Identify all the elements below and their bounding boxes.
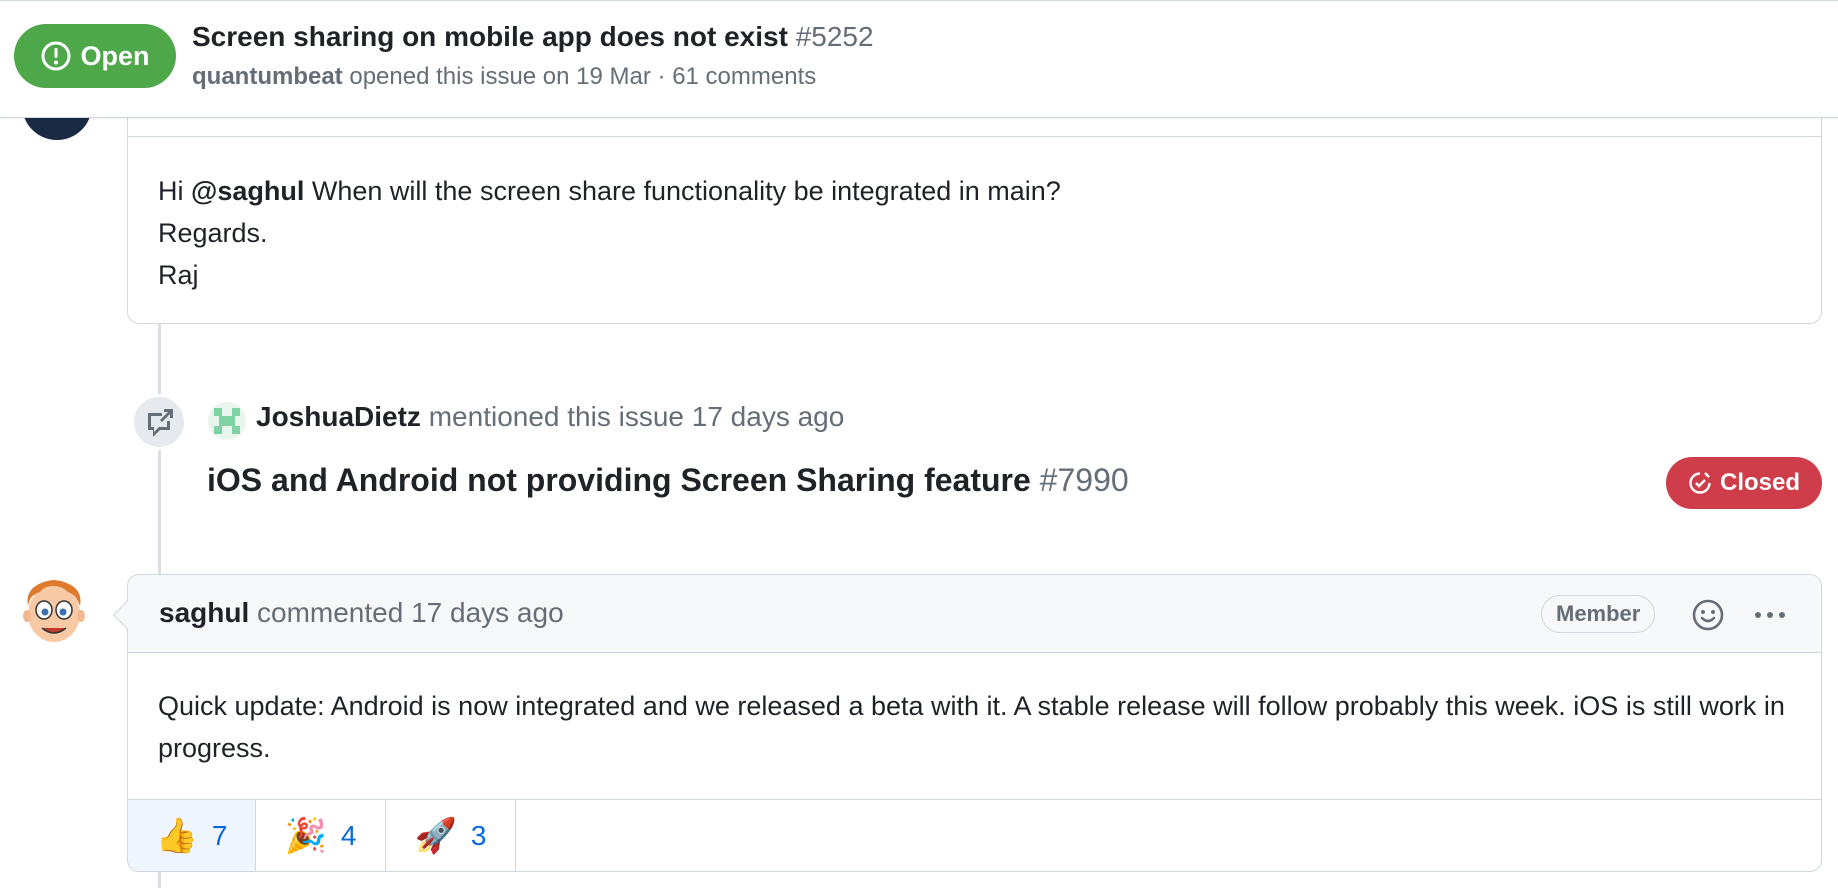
- tada-icon: 🎉: [284, 815, 327, 856]
- reaction-rocket[interactable]: 🚀 3: [386, 800, 516, 871]
- kebab-dot-icon: [1755, 612, 1761, 618]
- role-badge: Member: [1541, 595, 1656, 633]
- cross-reference-icon: [148, 409, 173, 437]
- reaction-count: 3: [470, 819, 487, 851]
- comment-line-text: When will the screen share functionality…: [311, 176, 1061, 206]
- issue-closed-icon: [1689, 472, 1711, 494]
- comment-body-box: Hi @saghul When will the screen share fu…: [127, 100, 1822, 324]
- avatar[interactable]: [14, 572, 94, 652]
- issue-meta: quantumbeat opened this issue on 19 Mar …: [192, 63, 816, 91]
- comment-author-link[interactable]: saghul: [159, 597, 249, 628]
- referenced-issue-title: iOS and Android not providing Screen Sha…: [207, 462, 1031, 498]
- reaction-thumbs-up[interactable]: 👍 7: [128, 800, 256, 871]
- issue-state-badge: Open: [14, 24, 176, 88]
- issue-number: #5252: [795, 21, 874, 52]
- comment-body-text: Quick update: Android is now integrated …: [158, 691, 1785, 763]
- referenced-issue-state-label: Closed: [1719, 469, 1800, 496]
- kebab-dot-icon: [1767, 612, 1773, 618]
- issue-opened-icon: [41, 41, 71, 71]
- event-description: JoshuaDietz mentioned this issue 17 days…: [256, 401, 844, 433]
- issue-state-label: Open: [80, 40, 150, 71]
- reaction-count: 7: [211, 819, 228, 851]
- issue-sticky-header: Open Screen sharing on mobile app does n…: [0, 0, 1838, 118]
- comment-line: Regards.: [158, 218, 268, 248]
- comment-author-line: saghul commented 17 days ago: [159, 597, 564, 629]
- comment: saghul commented 17 days ago Member Quic…: [112, 574, 1822, 872]
- event-action-text: mentioned this issue 17 days ago: [428, 401, 845, 432]
- add-reaction-button[interactable]: [1690, 597, 1726, 633]
- comment-line: Hi @saghul When will the screen share fu…: [158, 170, 1061, 212]
- more-options-button[interactable]: [1748, 597, 1792, 633]
- event-actor-link[interactable]: JoshuaDietz: [256, 401, 421, 432]
- referenced-issue-link[interactable]: iOS and Android not providing Screen Sha…: [207, 462, 1129, 499]
- comment-line: Raj: [158, 260, 199, 290]
- event-badge: [131, 394, 187, 450]
- reaction-count: 4: [340, 819, 357, 851]
- kebab-dot-icon: [1779, 612, 1785, 618]
- issue-meta-text: opened this issue on 19 Mar · 61 comment…: [349, 63, 817, 90]
- issue-title-text: Screen sharing on mobile app does not ex…: [192, 21, 788, 52]
- reaction-tada[interactable]: 🎉 4: [256, 800, 386, 871]
- issue-title: Screen sharing on mobile app does not ex…: [192, 21, 874, 53]
- reactions-bar: 👍 7 🎉 4 🚀 3: [128, 799, 1821, 871]
- rocket-icon: 🚀: [414, 815, 457, 856]
- referenced-issue-number: #7990: [1039, 462, 1129, 498]
- smiley-icon: [1692, 599, 1724, 631]
- thumbs-up-icon: 👍: [155, 815, 198, 856]
- comment-text: Hi @saghul When will the screen share fu…: [158, 170, 1061, 296]
- comment-timestamp[interactable]: commented 17 days ago: [257, 597, 564, 628]
- divider: [128, 136, 1821, 137]
- avatar[interactable]: [208, 402, 246, 440]
- comment-header: saghul commented 17 days ago Member: [128, 575, 1821, 653]
- issue-author-link[interactable]: quantumbeat: [192, 63, 343, 90]
- comment-greeting: Hi: [158, 176, 184, 206]
- referenced-issue-state-badge: Closed: [1666, 457, 1822, 509]
- user-mention-link[interactable]: @saghul: [191, 176, 304, 206]
